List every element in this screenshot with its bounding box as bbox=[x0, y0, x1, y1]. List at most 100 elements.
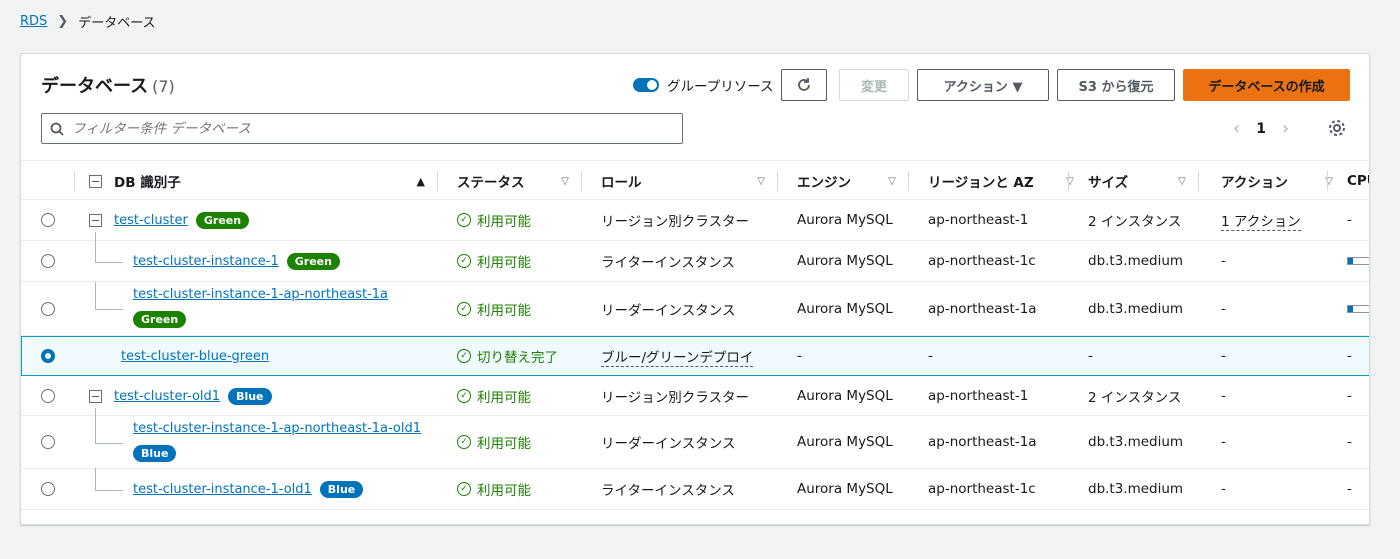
column-region-label: リージョンと AZ bbox=[928, 175, 1034, 191]
settings-gear-icon[interactable] bbox=[1327, 118, 1347, 138]
group-resources-toggle[interactable] bbox=[633, 78, 659, 92]
page-title-text: データベース bbox=[41, 76, 149, 97]
db-identifier-link[interactable]: test-cluster-instance-1-ap-northeast-1a bbox=[133, 287, 388, 302]
region-cell: ap-northeast-1c bbox=[928, 253, 1036, 269]
collapse-icon[interactable] bbox=[89, 213, 102, 227]
table-row[interactable]: test-cluster-instance-1 Green ✓ 利用可能 ライター… bbox=[21, 232, 1369, 282]
column-region[interactable]: リージョンと AZ ▽ bbox=[928, 161, 1074, 201]
status-text: 利用可能 bbox=[477, 214, 531, 230]
refresh-icon bbox=[798, 78, 810, 91]
check-circle-icon: ✓ bbox=[457, 254, 471, 268]
row-radio[interactable] bbox=[41, 302, 55, 316]
status-cell: ✓ 利用可能 bbox=[457, 469, 531, 509]
region-cell: ap-northeast-1a bbox=[928, 300, 1037, 317]
refresh-button[interactable] bbox=[781, 69, 827, 101]
table-row[interactable]: test-cluster-instance-1-old1 Blue ✓ 利用可能 … bbox=[21, 468, 1369, 510]
row-radio-selected[interactable] bbox=[41, 349, 55, 363]
breadcrumb: RDS ❯ データベース bbox=[20, 12, 156, 31]
pagination: ‹ 1 › bbox=[1233, 118, 1289, 139]
edit-button[interactable]: 変更 bbox=[839, 69, 909, 101]
size-cell: db.t3.medium bbox=[1088, 253, 1184, 269]
prev-page-icon[interactable]: ‹ bbox=[1233, 118, 1240, 139]
database-count: (7) bbox=[152, 77, 175, 96]
size-cell: 2 インスタンス bbox=[1088, 390, 1182, 406]
engine-cell: Aurora MySQL bbox=[797, 388, 893, 404]
column-size[interactable]: サイズ ▽ bbox=[1088, 161, 1198, 201]
check-circle-icon: ✓ bbox=[457, 213, 471, 227]
size-cell: 2 インスタンス bbox=[1088, 214, 1182, 230]
engine-cell: Aurora MySQL bbox=[797, 300, 893, 317]
cpu-cell: - bbox=[1347, 388, 1352, 404]
search-input[interactable] bbox=[72, 120, 652, 137]
column-status-label: ステータス bbox=[457, 175, 525, 191]
breadcrumb-rds-link[interactable]: RDS bbox=[20, 14, 47, 29]
column-status[interactable]: ステータス ▽ bbox=[457, 161, 581, 201]
table-header: DB 識別子 ▲ ステータス ▽ ロール ▽ エンジン ▽ リージョンと AZ ▽ サイ… bbox=[21, 160, 1369, 201]
db-identifier-link[interactable]: test-cluster-blue-green bbox=[121, 349, 269, 364]
column-actions-label: アクション bbox=[1221, 175, 1288, 191]
engine-cell: Aurora MySQL bbox=[797, 212, 893, 228]
role-cell: リージョン別クラスター bbox=[601, 214, 749, 230]
collapse-all-icon[interactable] bbox=[89, 174, 102, 188]
deployment-badge: Blue bbox=[133, 445, 177, 462]
row-radio[interactable] bbox=[41, 254, 55, 268]
breadcrumb-current: データベース bbox=[78, 16, 156, 31]
engine-cell: Aurora MySQL bbox=[797, 253, 893, 269]
db-identifier-link[interactable]: test-cluster-instance-1-ap-northeast-1a-… bbox=[133, 421, 421, 436]
table-row[interactable]: test-cluster-old1 Blue ✓ 利用可能 リージョン別クラスター… bbox=[21, 376, 1369, 416]
table-row-selected[interactable]: test-cluster-blue-green ✓ 切り替え完了 ブルー/グリーン… bbox=[21, 336, 1369, 376]
table-row[interactable]: test-cluster Green ✓ 利用可能 リージョン別クラスター Aur… bbox=[21, 200, 1369, 241]
role-cell: リーダーインスタンス bbox=[601, 302, 736, 319]
create-database-button[interactable]: データベースの作成 bbox=[1183, 69, 1350, 101]
sort-icon: ▽ bbox=[561, 175, 569, 187]
status-cell: ✓ 切り替え完了 bbox=[457, 337, 558, 375]
actions-cell: - bbox=[1221, 481, 1226, 497]
check-circle-icon: ✓ bbox=[457, 482, 471, 496]
engine-cell: Aurora MySQL bbox=[797, 434, 893, 450]
sort-icon: ▽ bbox=[888, 175, 896, 187]
restore-from-s3-button[interactable]: S3 から復元 bbox=[1057, 69, 1175, 101]
column-size-label: サイズ bbox=[1088, 175, 1129, 191]
db-identifier-link[interactable]: test-cluster-old1 bbox=[114, 389, 220, 404]
size-cell: db.t3.medium bbox=[1088, 481, 1184, 497]
row-radio[interactable] bbox=[41, 435, 55, 449]
page-title: データベース (7) bbox=[41, 72, 175, 98]
actions-cell[interactable]: 1 アクション bbox=[1221, 210, 1301, 231]
db-identifier-link[interactable]: test-cluster bbox=[114, 213, 188, 228]
column-cpu[interactable]: CPU bbox=[1347, 161, 1369, 201]
column-engine[interactable]: エンジン ▽ bbox=[797, 161, 908, 201]
status-text: 利用可能 bbox=[477, 255, 531, 271]
db-identifier-link[interactable]: test-cluster-instance-1 bbox=[133, 254, 279, 269]
column-role[interactable]: ロール ▽ bbox=[601, 161, 777, 201]
row-radio[interactable] bbox=[41, 482, 55, 496]
db-identifier-link[interactable]: test-cluster-instance-1-old1 bbox=[133, 482, 312, 497]
next-page-icon[interactable]: › bbox=[1282, 118, 1289, 139]
row-radio[interactable] bbox=[41, 389, 55, 403]
cpu-usage-bar bbox=[1347, 305, 1369, 313]
column-db-id[interactable]: DB 識別子 ▲ bbox=[89, 161, 437, 201]
sort-icon: ▽ bbox=[1178, 175, 1186, 187]
table-row[interactable]: test-cluster-instance-1-ap-northeast-1a-… bbox=[21, 408, 1369, 469]
actions-cell: - bbox=[1221, 348, 1226, 364]
actions-cell: - bbox=[1221, 253, 1226, 269]
role-cell[interactable]: ブルー/グリーンデプロイ bbox=[601, 346, 754, 367]
size-cell: db.t3.medium bbox=[1088, 300, 1184, 317]
deployment-badge: Green bbox=[133, 311, 187, 328]
actions-dropdown-button[interactable]: アクション ▼ bbox=[917, 69, 1049, 101]
chevron-right-icon: ❯ bbox=[57, 14, 69, 29]
status-text: 利用可能 bbox=[477, 483, 531, 499]
current-page[interactable]: 1 bbox=[1256, 121, 1266, 137]
column-actions[interactable]: アクション ▽ bbox=[1221, 161, 1333, 201]
cpu-cell: - bbox=[1347, 212, 1352, 228]
engine-cell: Aurora MySQL bbox=[797, 481, 893, 497]
check-circle-icon: ✓ bbox=[457, 435, 471, 449]
status-text: 切り替え完了 bbox=[477, 350, 558, 366]
column-role-label: ロール bbox=[601, 175, 642, 191]
collapse-icon[interactable] bbox=[89, 389, 102, 403]
table-row[interactable]: test-cluster-instance-1-ap-northeast-1a … bbox=[21, 282, 1369, 336]
search-icon bbox=[50, 122, 64, 136]
cpu-cell: - bbox=[1347, 481, 1352, 497]
row-radio[interactable] bbox=[41, 213, 55, 227]
column-engine-label: エンジン bbox=[797, 175, 851, 191]
role-cell: リーダーインスタンス bbox=[601, 436, 736, 452]
